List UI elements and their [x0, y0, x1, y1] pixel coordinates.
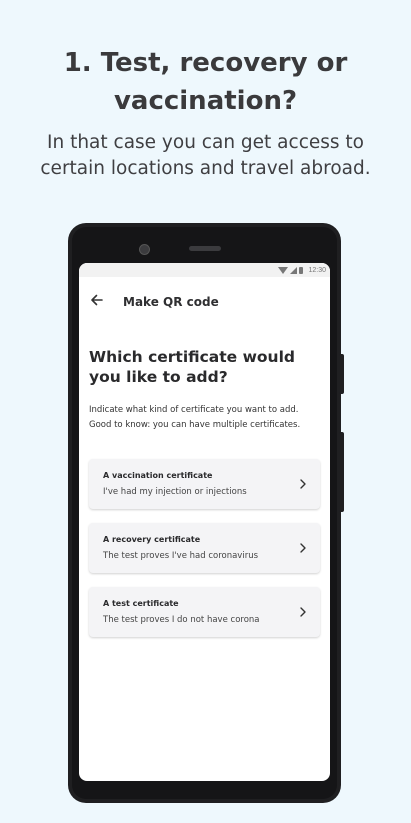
option-title: A vaccination certificate [103, 471, 213, 480]
phone-volume-button [339, 432, 344, 512]
page-subtitle: In that case you can get access to certa… [0, 130, 411, 182]
phone-camera [139, 244, 150, 255]
option-test-certificate[interactable]: A test certificate The test proves I do … [89, 587, 320, 637]
page-headline: 1. Test, recovery or vaccination? [0, 44, 411, 120]
headline-line-1: 1. Test, recovery or [63, 48, 348, 78]
phone-side-button [339, 354, 344, 394]
subtitle-line-1: In that case you can get access to [47, 132, 364, 153]
status-time: 12:30 [308, 266, 326, 274]
description-line-1: Indicate what kind of certificate you wa… [89, 405, 299, 415]
subtitle-line-2: certain locations and travel abroad. [40, 158, 371, 179]
status-icons: 12:30 [278, 265, 326, 275]
question-line-1: Which certificate would [89, 348, 295, 366]
chevron-right-icon [300, 607, 306, 617]
signal-icon [290, 266, 298, 274]
description-line-2: Good to know: you can have multiple cert… [89, 420, 301, 430]
arrow-left-icon[interactable] [89, 292, 105, 308]
phone-screen: 12:30 Make QR code Which certificate wou… [79, 263, 330, 781]
option-title: A recovery certificate [103, 535, 201, 544]
option-subtitle: The test proves I've had coronavirus [103, 551, 259, 561]
option-title: A test certificate [103, 599, 179, 608]
headline-line-2: vaccination? [113, 86, 298, 116]
option-recovery-certificate[interactable]: A recovery certificate The test proves I… [89, 523, 320, 573]
phone-speaker [189, 246, 221, 251]
question-description: Indicate what kind of certificate you wa… [89, 403, 324, 433]
wifi-icon [278, 266, 289, 274]
option-subtitle: I've had my injection or injections [103, 487, 247, 497]
option-vaccination-certificate[interactable]: A vaccination certificate I've had my in… [89, 459, 320, 509]
chevron-right-icon [300, 479, 306, 489]
app-bar: Make QR code [79, 287, 330, 317]
battery-icon [299, 266, 304, 274]
app-bar-title: Make QR code [123, 295, 219, 309]
status-bar: 12:30 [79, 263, 330, 277]
question-line-2: you like to add? [89, 368, 228, 386]
option-subtitle: The test proves I do not have corona [103, 615, 260, 625]
chevron-right-icon [300, 543, 306, 553]
question-title: Which certificate would you like to add? [89, 347, 319, 387]
